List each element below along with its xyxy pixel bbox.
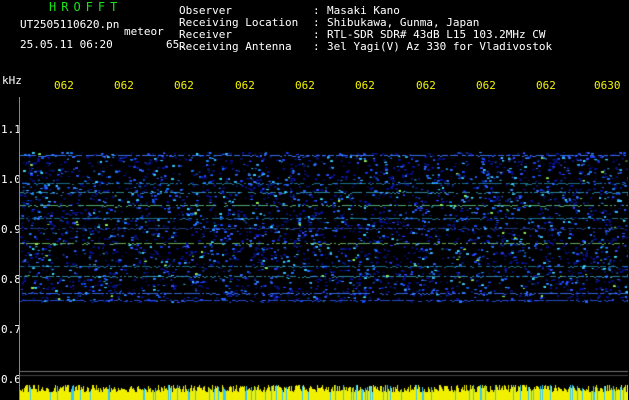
time-tick-label: 062 — [235, 79, 255, 92]
frequency-tick-label: 0.9 — [1, 223, 21, 236]
time-tick-label: 062 — [174, 79, 194, 92]
app-brand-title: HROFFT — [49, 0, 123, 14]
spectrogram-plot — [20, 97, 628, 400]
frequency-tick-label: 0.8 — [1, 273, 21, 286]
separator-colon: : — [313, 40, 320, 53]
frequency-tick-label: 0.6 — [1, 373, 21, 386]
hrofft-spectrogram-screen: HROFFT UT2505110620.pn meteor 25.05.11 0… — [0, 0, 629, 400]
frequency-tick-label: 1.1 — [1, 123, 21, 136]
antenna-value: 3el Yagi(V) Az 330 for Vladivostok — [327, 40, 553, 53]
observation-datetime: 25.05.11 06:20 — [20, 38, 113, 51]
frequency-tick-label: 1.0 — [1, 173, 21, 186]
time-tick-label: 062 — [54, 79, 74, 92]
time-tick-label: 062 — [476, 79, 496, 92]
time-tick-label: 062 — [536, 79, 556, 92]
time-tick-label: 062 — [295, 79, 315, 92]
time-tick-label: 062 — [114, 79, 134, 92]
frequency-tick-label: 0.7 — [1, 323, 21, 336]
file-name: UT2505110620.pn — [20, 18, 120, 31]
product-label: meteor — [124, 25, 164, 38]
y-axis-unit-label: kHz — [2, 74, 22, 87]
time-tick-label: 062 — [416, 79, 436, 92]
time-tick-label: 0630 — [594, 79, 621, 92]
antenna-label: Receiving Antenna — [179, 40, 292, 53]
time-tick-label: 062 — [355, 79, 375, 92]
